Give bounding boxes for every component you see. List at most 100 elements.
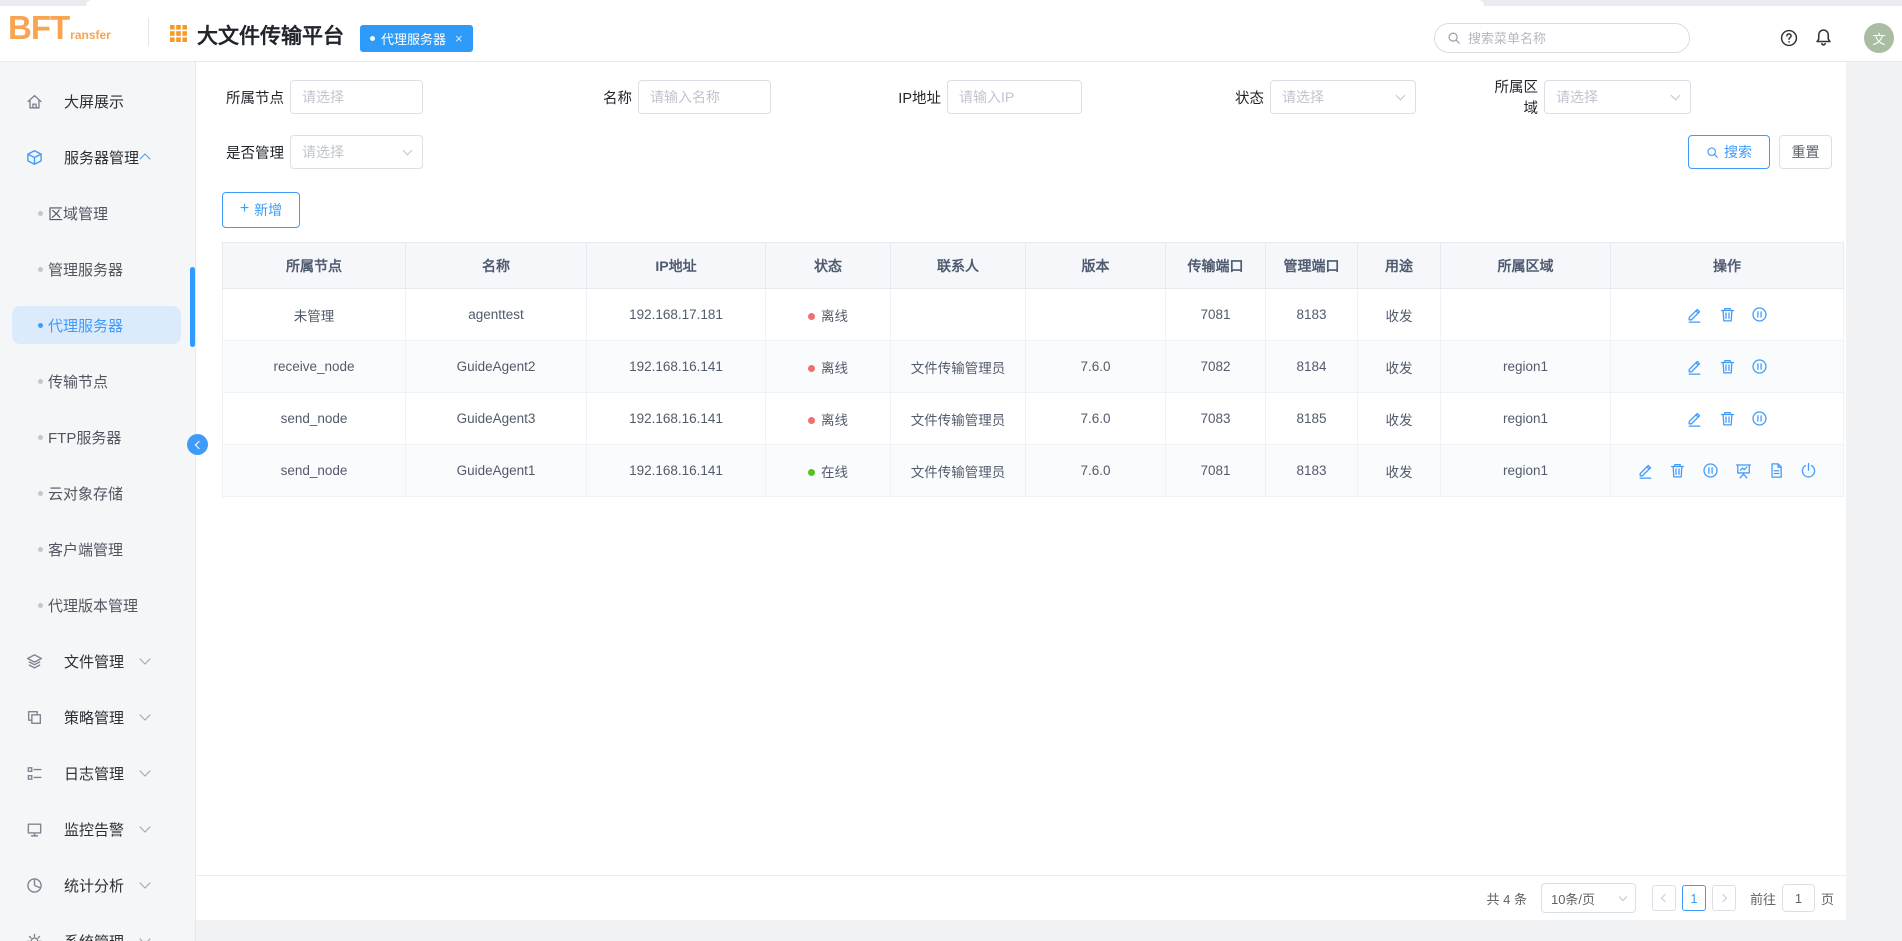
browser-tab — [86, 0, 1484, 6]
bell-icon[interactable] — [1814, 28, 1833, 47]
sidebar-item-policy-mgmt[interactable]: 策略管理 — [0, 689, 195, 745]
sidebar-item-mgmt-server[interactable]: 管理服务器 — [0, 241, 195, 297]
help-icon[interactable] — [1780, 29, 1798, 47]
logo-text: BFT — [8, 9, 70, 46]
name-input[interactable] — [650, 89, 759, 105]
grid-menu-icon[interactable] — [170, 25, 187, 42]
status-select[interactable]: 请选择 — [1270, 80, 1416, 114]
search-icon — [1447, 31, 1461, 45]
delete-icon[interactable] — [1719, 410, 1736, 427]
prev-page-button[interactable] — [1651, 885, 1676, 911]
sidebar-item-statistics[interactable]: 统计分析 — [0, 857, 195, 913]
sidebar-item-log-mgmt[interactable]: 日志管理 — [0, 745, 195, 801]
filter-managed: 是否管理 请选择 — [218, 135, 423, 169]
document-icon[interactable] — [1768, 462, 1785, 479]
cell-version — [1025, 288, 1166, 341]
avatar[interactable]: 文 — [1864, 23, 1894, 53]
node-input[interactable] — [302, 89, 411, 105]
region-select[interactable]: 请选择 — [1544, 80, 1691, 114]
cell-ip: 192.168.16.141 — [586, 340, 766, 393]
goto-page-input[interactable] — [1781, 884, 1815, 912]
filter-region: 所属区域 请选择 — [1481, 80, 1691, 117]
menu-search-input[interactable] — [1468, 30, 1677, 46]
delete-icon[interactable] — [1719, 306, 1736, 323]
edit-icon[interactable] — [1637, 462, 1654, 479]
reset-button[interactable]: 重置 — [1779, 135, 1832, 169]
tab-proxy-server[interactable]: 代理服务器 × — [360, 25, 473, 52]
sidebar-collapse-button[interactable] — [187, 434, 208, 455]
chevron-down-icon — [139, 933, 151, 941]
tab-label: 代理服务器 — [381, 32, 447, 47]
chevron-up-icon — [139, 153, 151, 165]
bullet-dot — [38, 602, 43, 608]
tab-active-dot — [370, 36, 375, 41]
edit-icon[interactable] — [1686, 358, 1703, 375]
cell-node: receive_node — [222, 340, 406, 393]
pause-icon[interactable] — [1702, 462, 1719, 479]
logo-suffix: ransfer — [70, 28, 111, 42]
sidebar-item-proxy-version-mgmt[interactable]: 代理版本管理 — [0, 577, 195, 633]
search-button[interactable]: 搜索 — [1688, 135, 1770, 169]
sidebar-item-proxy-server[interactable]: 代理服务器 — [12, 306, 181, 344]
sidebar-item-dashboard[interactable]: 大屏展示 — [0, 73, 195, 129]
col-usage: 用途 — [1357, 242, 1441, 289]
monitor-icon[interactable] — [1735, 462, 1752, 479]
app-header: BFT ransfer 大文件传输平台 代理服务器 × 文 — [0, 0, 1902, 62]
current-page[interactable]: 1 — [1681, 885, 1706, 911]
ip-field[interactable] — [947, 80, 1082, 114]
pause-icon[interactable] — [1751, 358, 1768, 375]
sidebar-item-system-mgmt[interactable]: 系统管理 — [0, 913, 195, 941]
sidebar-item-monitor-alert[interactable]: 监控告警 — [0, 801, 195, 857]
table-row[interactable]: 未管理 agenttest 192.168.17.181 离线 7081 818… — [222, 288, 1844, 341]
next-page-button[interactable] — [1711, 885, 1736, 911]
sidebar-item-ftp-server[interactable]: FTP服务器 — [0, 409, 195, 465]
page-unit-label: 页 — [1820, 891, 1834, 907]
table-row[interactable]: send_node GuideAgent1 192.168.16.141 在线 … — [222, 444, 1844, 497]
sidebar-item-server-mgmt[interactable]: 服务器管理 — [0, 129, 195, 185]
cell-node: 未管理 — [222, 288, 406, 341]
power-icon[interactable] — [1800, 462, 1817, 479]
table-row[interactable]: receive_node GuideAgent2 192.168.16.141 … — [222, 340, 1844, 393]
edit-icon[interactable] — [1686, 306, 1703, 323]
add-button[interactable]: + 新增 — [222, 192, 300, 228]
sidebar-item-cloud-storage[interactable]: 云对象存储 — [0, 465, 195, 521]
col-node: 所属节点 — [222, 242, 406, 289]
name-field[interactable] — [638, 80, 771, 114]
sidebar: 大屏展示 服务器管理 区域管理 管理服务器 代理服务器 传输节点 FTP服务器 … — [0, 62, 196, 941]
managed-select[interactable]: 请选择 — [290, 135, 423, 169]
cell-ip: 192.168.17.181 — [586, 288, 766, 341]
cell-node: send_node — [222, 444, 406, 497]
cell-transfer-port: 7081 — [1165, 288, 1266, 341]
menu-search-box[interactable] — [1434, 23, 1690, 53]
pause-icon[interactable] — [1751, 410, 1768, 427]
chevron-down-icon — [139, 709, 151, 721]
node-select[interactable] — [290, 80, 423, 114]
chevron-left-icon — [194, 440, 203, 449]
table-footer: 共 4 条 10条/页 1 前往 页 — [196, 875, 1846, 920]
delete-icon[interactable] — [1669, 462, 1686, 479]
table-row[interactable]: send_node GuideAgent3 192.168.16.141 离线 … — [222, 392, 1844, 445]
sidebar-item-file-mgmt[interactable]: 文件管理 — [0, 633, 195, 689]
edit-icon[interactable] — [1686, 410, 1703, 427]
cell-manage-port: 8183 — [1265, 444, 1358, 497]
cell-status: 在线 — [765, 444, 891, 497]
col-region: 所属区域 — [1440, 242, 1611, 289]
cell-transfer-port: 7082 — [1165, 340, 1266, 393]
chevron-down-icon — [139, 765, 151, 777]
close-icon[interactable]: × — [455, 31, 463, 46]
content-card: 所属节点 名称 IP地址 状态 请选择 — [196, 62, 1846, 920]
chevron-down-icon — [139, 653, 151, 665]
delete-icon[interactable] — [1719, 358, 1736, 375]
ip-input[interactable] — [959, 89, 1070, 105]
sidebar-item-region-mgmt[interactable]: 区域管理 — [0, 185, 195, 241]
gear-icon — [26, 933, 43, 941]
chevron-down-icon — [1670, 90, 1681, 101]
cell-name: agenttest — [405, 288, 587, 341]
sidebar-item-client-mgmt[interactable]: 客户端管理 — [0, 521, 195, 577]
pause-icon[interactable] — [1751, 306, 1768, 323]
cell-manage-port: 8183 — [1265, 288, 1358, 341]
page-size-select[interactable]: 10条/页 — [1540, 883, 1636, 913]
sidebar-scrollbar-thumb[interactable] — [190, 267, 195, 347]
sidebar-item-transfer-node[interactable]: 传输节点 — [0, 353, 195, 409]
chevron-down-icon — [139, 821, 151, 833]
